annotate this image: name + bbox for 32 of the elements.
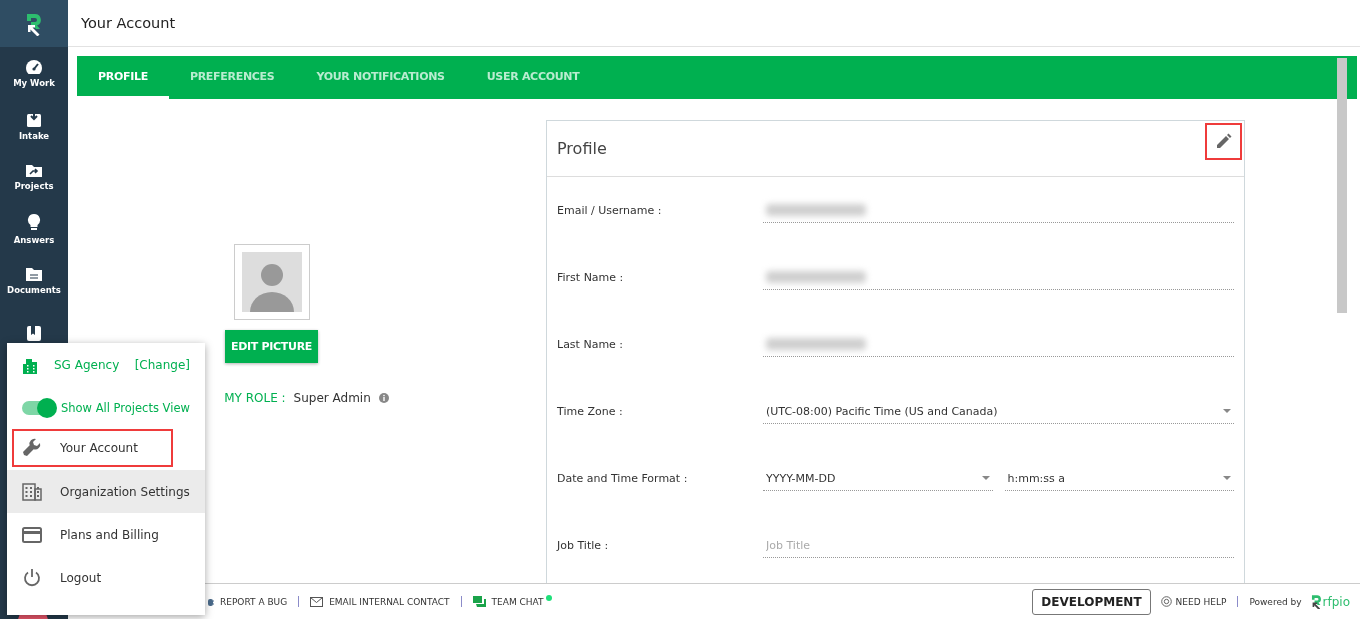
field-label: Time Zone : [557,405,624,418]
input-field[interactable]: Job Title [763,533,1234,558]
page-title: Your Account [81,15,176,31]
nav-label[interactable]: Documents [7,285,61,295]
nav-label[interactable]: My Work [13,77,55,88]
brand-name: rfpio [1322,594,1350,609]
role-label: MY ROLE : [224,391,286,405]
select-field[interactable]: h:mm:ss a [1004,466,1234,491]
nav-label[interactable]: Intake [18,130,50,141]
agency-name: SG Agency [54,357,121,372]
field-label: First Name : [557,271,625,284]
toggle-label: Show All Projects View [61,400,190,415]
field-label: Last Name : [557,338,625,351]
role-value: Super Admin [293,391,371,405]
environment-badge: DEVELOPMENT [1032,588,1151,615]
card-title: Profile [557,139,607,158]
menu-item[interactable]: Organization Settings [7,470,205,513]
footer-link[interactable]: REPORT A BUG [220,596,288,607]
nav-label[interactable]: Projects [14,181,54,191]
select-field[interactable]: YYYY-MM-DD [763,466,993,491]
help-link[interactable]: NEED HELP [1175,596,1227,607]
nav-label[interactable]: Answers [13,234,55,245]
select-field[interactable]: (UTC-08:00) Pacific Time (US and Canada) [763,399,1234,424]
field-label: Date and Time Format : [557,472,689,485]
footer-link[interactable]: EMAIL INTERNAL CONTACT [329,596,450,607]
field-label: Job Title : [557,539,610,552]
powered-by-text: Powered by [1249,596,1302,607]
field-label: Email / Username : [557,204,663,217]
menu-item[interactable]: Plans and Billing [7,513,205,556]
menu-item[interactable]: Logout [7,556,205,599]
menu-item[interactable]: Your Account [12,429,173,467]
footer-link[interactable]: TEAM CHAT [491,596,544,607]
